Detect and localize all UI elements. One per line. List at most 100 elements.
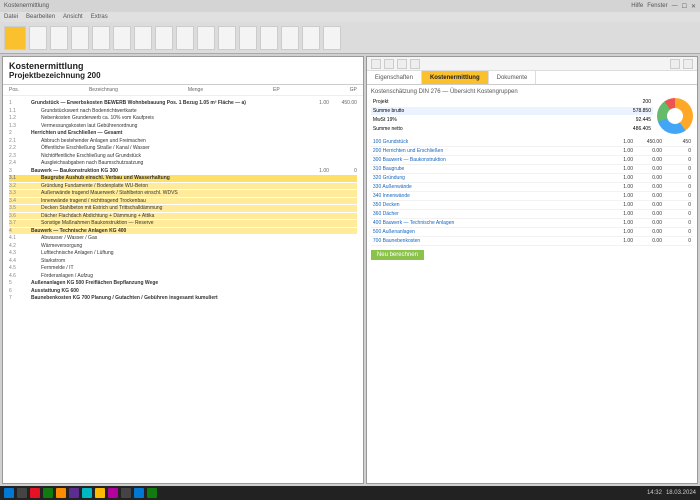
doc-row[interactable]: 3.3Außenwände tragend Mauerwerk / Stahlb…	[9, 190, 357, 197]
doc-row[interactable]: 1.1Grundstückswert nach Bodenrichtwertka…	[9, 108, 357, 115]
forward-icon[interactable]	[384, 59, 394, 69]
ribbon-redo-button[interactable]	[197, 26, 215, 50]
titlebar-help[interactable]: Hilfe	[631, 3, 643, 10]
ribbon-search-button[interactable]	[218, 26, 236, 50]
cost-line-item[interactable]: 100 Grundstück1.00450.00450	[371, 138, 693, 147]
cost-line-item[interactable]: 400 Bauwerk — Technische Anlagen1.000.00…	[371, 219, 693, 228]
refresh-icon[interactable]	[397, 59, 407, 69]
ribbon-cut-button[interactable]	[113, 26, 131, 50]
menu-file[interactable]: Datei	[4, 14, 18, 20]
doc-row[interactable]: 5Außenanlagen KG 500 Freiflächen Bepflan…	[9, 280, 357, 287]
tab-dokumente[interactable]: Dokumente	[489, 71, 537, 84]
doc-row[interactable]: 3Bauwerk — Baukonstruktion KG 3001.000	[9, 168, 357, 175]
taskbar-app-icon[interactable]	[134, 488, 144, 498]
doc-row[interactable]: 2.3Nichtöffentliche Erschließung auf Gru…	[9, 153, 357, 160]
left-panel-header: Kostenermittlung Projektbezeichnung 200	[3, 57, 363, 85]
taskbar-app-icon[interactable]	[30, 488, 40, 498]
ribbon-calc-button[interactable]	[281, 26, 299, 50]
cost-line-item[interactable]: 200 Herrichten und Erschließen1.000.000	[371, 147, 693, 156]
doc-row[interactable]: 4.1 Abwasser / Wasser / Gas	[9, 235, 357, 242]
menu-view[interactable]: Ansicht	[63, 14, 83, 20]
row-ep	[305, 175, 329, 182]
taskbar-app-icon[interactable]	[108, 488, 118, 498]
doc-row[interactable]: 3.4Innenwände tragend / nichttragend Tro…	[9, 198, 357, 205]
taskbar-app-icon[interactable]	[95, 488, 105, 498]
taskbar-start-icon[interactable]	[4, 488, 14, 498]
home-icon[interactable]	[410, 59, 420, 69]
taskbar-search-icon[interactable]	[17, 488, 27, 498]
doc-row[interactable]: 3.5Decken Stahlbeton mit Estrich und Tri…	[9, 205, 357, 212]
doc-row[interactable]: 4.5Fernmelde / IT	[9, 265, 357, 272]
back-icon[interactable]	[371, 59, 381, 69]
ribbon-sort-button[interactable]	[260, 26, 278, 50]
row-gp	[333, 250, 357, 257]
row-pos: 2	[9, 130, 27, 137]
cost-line-item[interactable]: 700 Baunebenkosten1.000.000	[371, 237, 693, 246]
cost-line-item[interactable]: 340 Innenwände1.000.000	[371, 192, 693, 201]
doc-row[interactable]: 3.1Baugrube Aushub einschl. Verbau und W…	[9, 175, 357, 182]
taskbar-app-icon[interactable]	[56, 488, 66, 498]
cost-line-item[interactable]: 360 Dächer1.000.000	[371, 210, 693, 219]
row-text: Öffentliche Erschließung Straße / Kanal …	[31, 145, 301, 152]
ribbon-undo-button[interactable]	[176, 26, 194, 50]
ribbon-filter-button[interactable]	[239, 26, 257, 50]
pin-icon[interactable]	[683, 59, 693, 69]
doc-row[interactable]: 2.1Abbruch bestehender Anlagen und Freim…	[9, 138, 357, 145]
ribbon-save-button[interactable]	[71, 26, 89, 50]
doc-row[interactable]: 3.7Sonstige Maßnahmen Baukonstruktion — …	[9, 220, 357, 227]
doc-row[interactable]: 4.6Förderanlagen / Aufzug	[9, 273, 357, 280]
menu-edit[interactable]: Bearbeiten	[26, 14, 55, 20]
ribbon-print-button[interactable]	[92, 26, 110, 50]
right-subline: Kostenschätzung DIN 276 — Übersicht Kost…	[371, 89, 693, 95]
row-gp	[333, 258, 357, 265]
taskbar-app-icon[interactable]	[121, 488, 131, 498]
maximize-icon[interactable]: ☐	[682, 3, 687, 10]
titlebar-window[interactable]: Fenster	[647, 3, 667, 10]
cost-line-item[interactable]: 330 Außenwände1.000.000	[371, 183, 693, 192]
doc-row[interactable]: 1Grundstück — Erwerbskosten BEWERB Wohnb…	[9, 100, 357, 107]
doc-row[interactable]: 2.2Öffentliche Erschließung Straße / Kan…	[9, 145, 357, 152]
cost-line-item[interactable]: 310 Baugrube1.000.000	[371, 165, 693, 174]
ribbon-export-button[interactable]	[302, 26, 320, 50]
line-v3: 0	[665, 211, 691, 217]
minimize-icon[interactable]: —	[672, 3, 678, 10]
doc-row[interactable]: 4.4Starkstrom	[9, 258, 357, 265]
ribbon-home-button[interactable]	[4, 26, 26, 50]
doc-row[interactable]: 1.2Nebenkosten Grunderwerb ca. 10% vom K…	[9, 115, 357, 122]
cost-line-item[interactable]: 500 Außenanlagen1.000.000	[371, 228, 693, 237]
ribbon-copy-button[interactable]	[134, 26, 152, 50]
taskbar-app-icon[interactable]	[82, 488, 92, 498]
summary-value: 92.445	[636, 117, 651, 123]
taskbar-app-icon[interactable]	[147, 488, 157, 498]
doc-row[interactable]: 2Herrichten und Erschließen — Gesamt	[9, 130, 357, 137]
row-text: Abwasser / Wasser / Gas	[31, 235, 301, 242]
doc-row[interactable]: 1.3Vermessungskosten laut Gebührenordnun…	[9, 123, 357, 130]
ribbon-open-button[interactable]	[50, 26, 68, 50]
tab-eigenschaften[interactable]: Eigenschaften	[367, 71, 422, 84]
doc-row[interactable]: 3.2Gründung Fundamente / Bodenplatte WU-…	[9, 183, 357, 190]
menu-extras[interactable]: Extras	[91, 14, 108, 20]
doc-row[interactable]: 4.2Wärmeversorgung	[9, 243, 357, 250]
ribbon-new-button[interactable]	[29, 26, 47, 50]
row-ep	[305, 235, 329, 242]
ribbon-paste-button[interactable]	[155, 26, 173, 50]
doc-row[interactable]: 2.4Ausgleichsabgaben nach Baumschutzsatz…	[9, 160, 357, 167]
taskbar-app-icon[interactable]	[43, 488, 53, 498]
settings-icon[interactable]	[670, 59, 680, 69]
line-v2: 0.00	[636, 184, 662, 190]
document-body[interactable]: 1Grundstück — Erwerbskosten BEWERB Wohnb…	[3, 96, 363, 483]
tab-kostenermittlung[interactable]: Kostenermittlung	[422, 71, 489, 84]
cost-line-item[interactable]: 320 Gründung1.000.000	[371, 174, 693, 183]
taskbar-app-icon[interactable]	[69, 488, 79, 498]
recalculate-button[interactable]: Neu berechnen	[371, 250, 424, 260]
doc-row[interactable]: 4Bauwerk — Technische Anlagen KG 400	[9, 228, 357, 235]
doc-row[interactable]: 3.6Dächer Flachdach Abdichtung + Dämmung…	[9, 213, 357, 220]
cost-line-item[interactable]: 300 Bauwerk — Baukonstruktion1.000.000	[371, 156, 693, 165]
close-icon[interactable]: ✕	[691, 3, 696, 10]
doc-row[interactable]: 7Baunebenkosten KG 700 Planung / Gutacht…	[9, 295, 357, 302]
ribbon-config-button[interactable]	[323, 26, 341, 50]
row-pos: 4.1	[9, 235, 27, 242]
doc-row[interactable]: 6Ausstattung KG 600	[9, 288, 357, 295]
doc-row[interactable]: 4.3Lufttechnische Anlagen / Lüftung	[9, 250, 357, 257]
cost-line-item[interactable]: 350 Decken1.000.000	[371, 201, 693, 210]
